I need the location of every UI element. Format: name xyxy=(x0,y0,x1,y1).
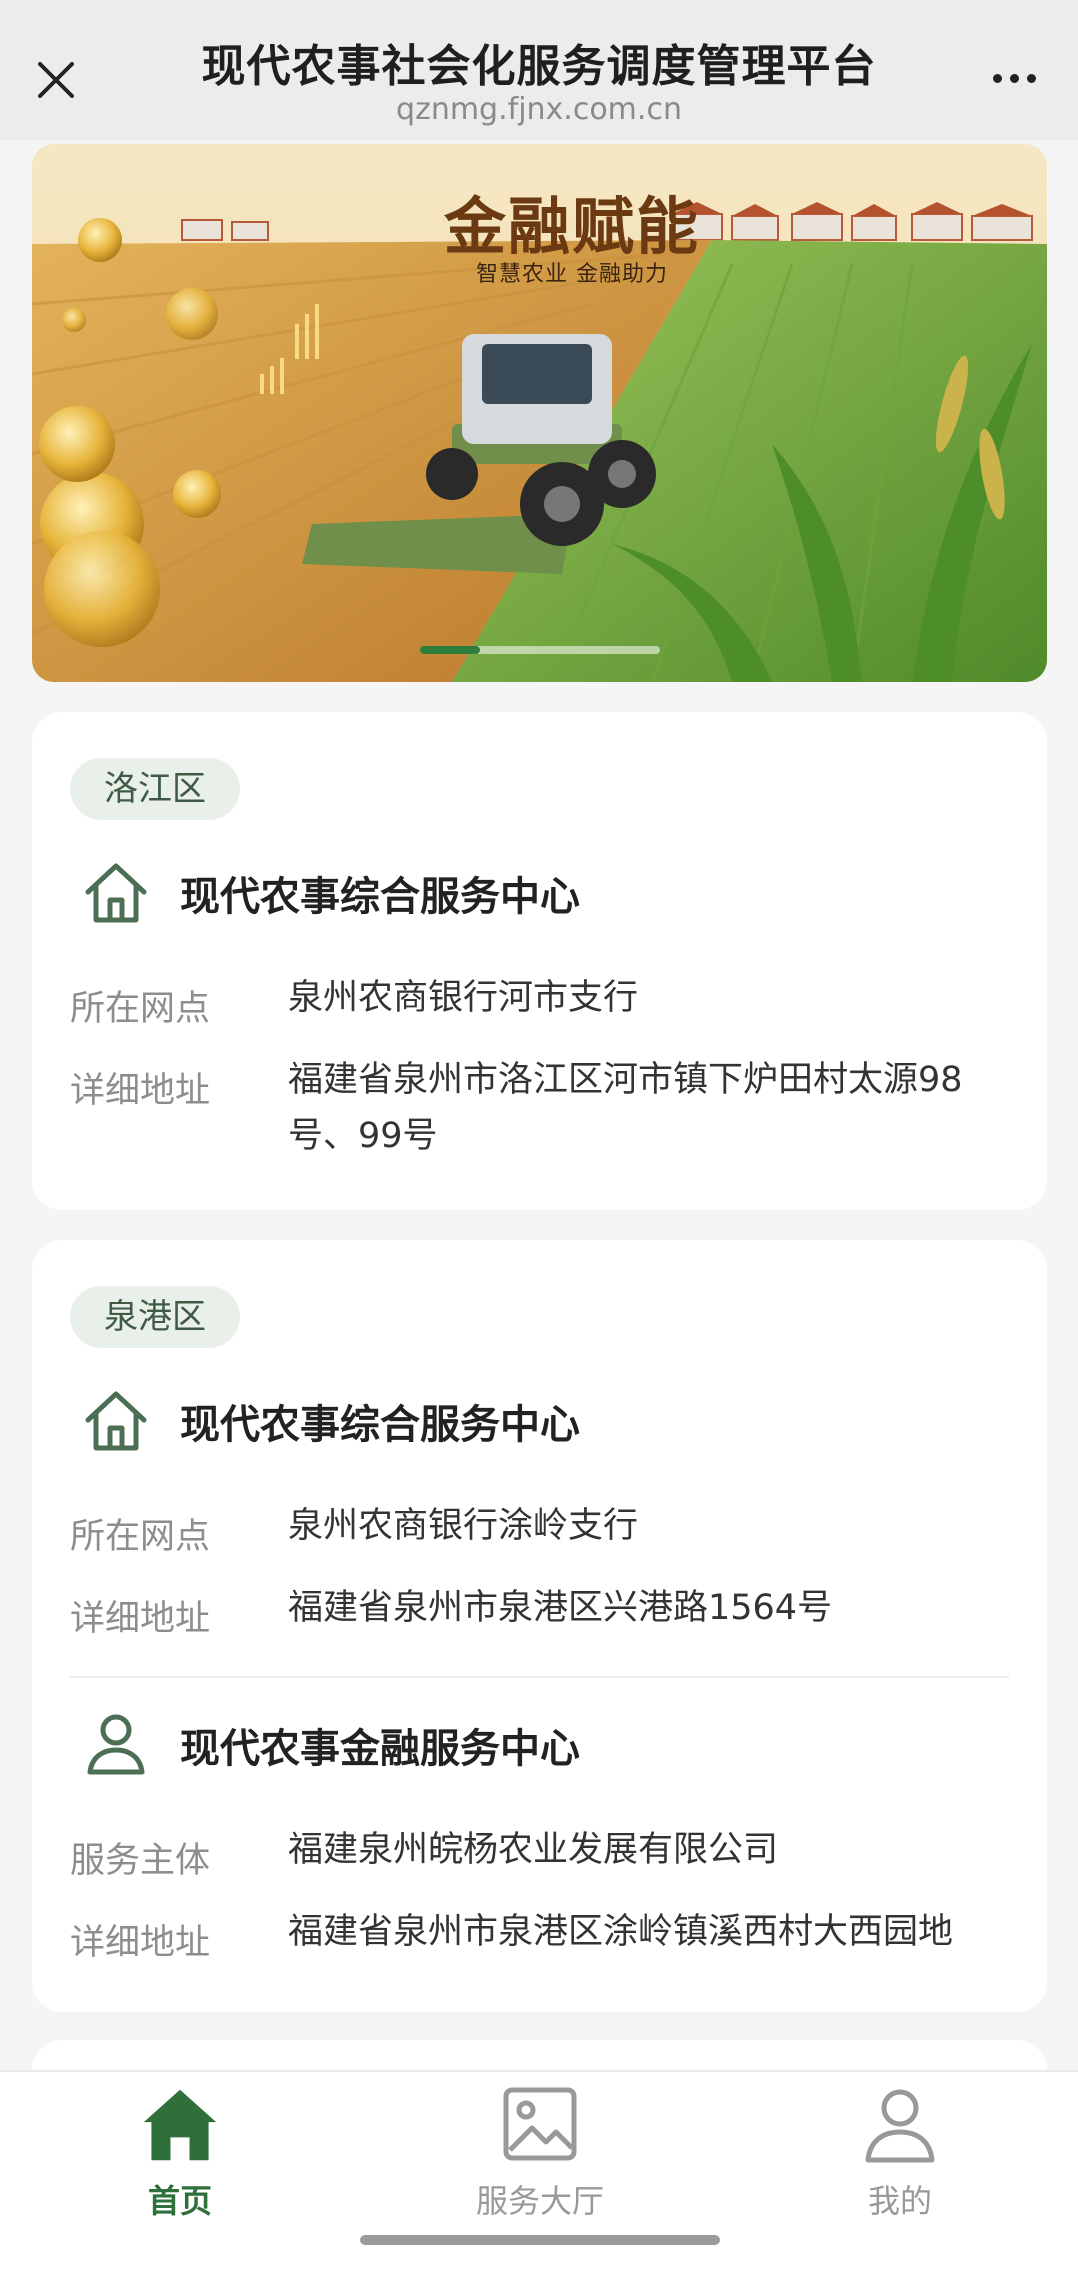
divider xyxy=(70,1676,1009,1678)
banner-pager-active xyxy=(420,646,480,654)
nav-home[interactable]: 首页 xyxy=(30,2072,330,2242)
row-value: 泉州农商银行涂岭支行 xyxy=(288,1506,639,1546)
page-url: qznmg.fjnx.com.cn xyxy=(396,92,682,127)
row-label: 详细地址 xyxy=(70,1923,211,1963)
page-title: 现代农事社会化服务调度管理平台 xyxy=(201,41,877,92)
more-button[interactable] xyxy=(984,58,1044,98)
row-value: 福建省泉州市泉港区兴港路1564号 xyxy=(288,1588,833,1628)
home-indicator xyxy=(360,2235,720,2245)
row-label: 所在网点 xyxy=(70,1517,211,1557)
more-icon xyxy=(992,73,1002,83)
promo-banner[interactable]: 金融赋能 智慧农业 金融助力 xyxy=(32,144,1047,682)
row-label: 详细地址 xyxy=(70,1071,211,1111)
banner-pager xyxy=(420,646,660,654)
district-tag: 洛江区 xyxy=(70,758,240,820)
top-bar: 现代农事社会化服务调度管理平台 qznmg.fjnx.com.cn xyxy=(0,0,1078,140)
row-label: 服务主体 xyxy=(70,1841,211,1881)
house-icon xyxy=(76,852,156,932)
row-value: 福建省泉州市洛江区河市镇下炉田村太源98号、99号 xyxy=(288,1060,963,1156)
row-value: 泉州农商银行河市支行 xyxy=(288,978,639,1018)
service-title: 现代农事金融服务中心 xyxy=(180,1726,580,1772)
service-title: 现代农事综合服务中心 xyxy=(180,874,580,920)
banner-headline: 金融赋能 xyxy=(443,190,700,263)
close-button[interactable] xyxy=(28,52,84,108)
home-icon xyxy=(140,2084,220,2164)
row-value: 福建省泉州市泉港区涂岭镇溪西村大西园地 xyxy=(288,1912,954,1952)
banner-subline: 智慧农业 金融助力 xyxy=(476,262,668,287)
district-card-luojiang: 洛江区 现代农事综合服务中心 所在网点 泉州农商银行河市支行 详细地址 福建省泉… xyxy=(32,712,1047,1210)
nav-label: 服务大厅 xyxy=(475,2182,604,2220)
user-icon xyxy=(860,2084,940,2164)
service-title: 现代农事综合服务中心 xyxy=(180,1402,580,1448)
nav-profile[interactable]: 我的 xyxy=(750,2072,1050,2242)
close-icon xyxy=(38,62,74,98)
row-value: 福建泉州皖杨农业发展有限公司 xyxy=(288,1830,779,1870)
nav-label: 首页 xyxy=(147,2182,212,2220)
house-icon xyxy=(76,1380,156,1460)
nav-label: 我的 xyxy=(867,2182,932,2220)
nav-service-hall[interactable]: 服务大厅 xyxy=(390,2072,690,2242)
image-icon xyxy=(500,2084,580,2164)
district-card-quangang: 泉港区 现代农事综合服务中心 所在网点 泉州农商银行涂岭支行 详细地址 福建省泉… xyxy=(32,1240,1047,2012)
district-tag: 泉港区 xyxy=(70,1286,240,1348)
person-icon xyxy=(76,1704,156,1784)
row-label: 详细地址 xyxy=(70,1599,211,1639)
row-label: 所在网点 xyxy=(70,989,211,1029)
